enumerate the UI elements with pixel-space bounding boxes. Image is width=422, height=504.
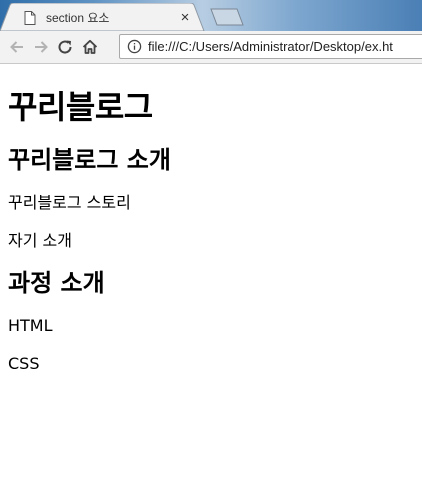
new-tab-button[interactable] <box>210 8 244 26</box>
section-paragraph: 꾸리블로그 스토리 <box>8 193 131 212</box>
tab-strip: section 요소 × <box>0 0 422 31</box>
tab-title: section 요소 <box>46 11 110 25</box>
toolbar: file:///C:/Users/Administrator/Desktop/e… <box>0 31 422 64</box>
section-heading: 꾸리블로그 소개 <box>8 146 171 174</box>
info-icon[interactable] <box>127 39 142 54</box>
reload-icon <box>58 40 72 54</box>
section-paragraph: HTML <box>8 316 53 335</box>
back-button[interactable] <box>6 36 28 58</box>
section-heading: 과정 소개 <box>8 269 105 297</box>
section-blog-intro: 꾸리블로그 소개 꾸리블로그 스토리 자기 소개 <box>8 146 414 250</box>
forward-button[interactable] <box>30 36 52 58</box>
section-course-intro: 과정 소개 HTML CSS <box>8 269 414 373</box>
section-paragraph: CSS <box>8 354 40 373</box>
active-tab[interactable]: section 요소 × <box>14 4 198 31</box>
reload-button[interactable] <box>54 36 76 58</box>
section-paragraph: 자기 소개 <box>8 231 72 250</box>
home-icon <box>82 39 98 54</box>
page-title: 꾸리블로그 <box>8 88 153 126</box>
forward-arrow-icon <box>35 41 48 53</box>
url-text: file:///C:/Users/Administrator/Desktop/e… <box>148 39 393 54</box>
address-bar[interactable]: file:///C:/Users/Administrator/Desktop/e… <box>119 34 422 59</box>
home-button[interactable] <box>79 36 101 58</box>
back-arrow-icon <box>10 41 23 53</box>
page-content: 꾸리블로그 꾸리블로그 소개 꾸리블로그 스토리 자기 소개 과정 소개 HTM… <box>0 88 422 374</box>
document-icon <box>24 10 36 25</box>
close-tab-icon[interactable]: × <box>176 9 194 26</box>
